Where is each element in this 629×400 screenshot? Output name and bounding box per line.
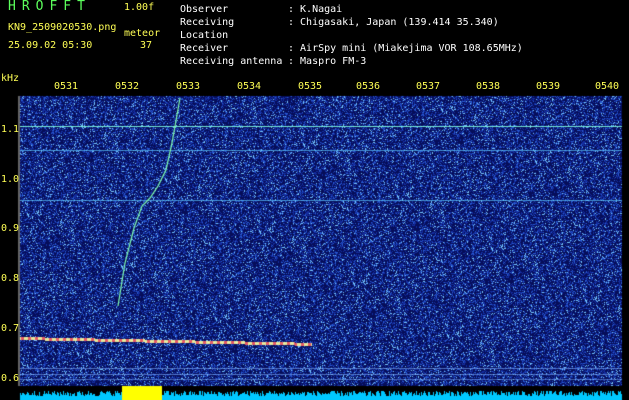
time-tick: 0531 <box>54 81 79 92</box>
app-title: HROFFT <box>8 0 91 14</box>
time-tick: 0536 <box>356 81 381 92</box>
info-label: Observer <box>180 4 229 15</box>
time-tick: 0538 <box>476 81 501 92</box>
mode-label: meteor <box>124 28 161 39</box>
time-tick: 0534 <box>237 81 262 92</box>
info-row-antenna: Receiving antenna : Maspro FM-3 <box>180 55 523 68</box>
time-tick: 0537 <box>416 81 441 92</box>
info-label: Receiver <box>180 43 229 54</box>
time-tick: 0535 <box>298 81 323 92</box>
freq-tick: 0.8 <box>1 273 20 284</box>
info-label: Receiving Location <box>180 17 235 41</box>
time-tick: 0533 <box>176 81 201 92</box>
freq-tick: 1.0 <box>1 174 20 185</box>
datetime-label: 25.09.02 05:30 <box>8 40 93 51</box>
info-label: Receiving antenna <box>180 56 283 67</box>
freq-tick: 0.7 <box>1 323 20 334</box>
freq-unit-label: kHz <box>1 73 20 84</box>
freq-tick: 0.6 <box>1 373 20 384</box>
count-label: 37 <box>140 40 153 51</box>
time-tick: 0539 <box>536 81 561 92</box>
info-value: : Maspro FM-3 <box>288 56 367 67</box>
info-value: : Chigasaki, Japan (139.414 35.340) <box>288 17 499 28</box>
spectrogram-canvas <box>0 78 629 400</box>
freq-tick: 0.9 <box>1 223 20 234</box>
time-tick: 0540 <box>595 81 620 92</box>
filename-label: KN9_2509020530.png <box>8 22 117 33</box>
station-info: Observer : K.Nagai Receiving Location : … <box>180 3 523 68</box>
info-row-location: Receiving Location : Chigasaki, Japan (1… <box>180 16 523 42</box>
info-value: : K.Nagai <box>288 4 343 15</box>
info-row-receiver: Receiver : AirSpy mini (Miakejima VOR 10… <box>180 42 523 55</box>
info-row-observer: Observer : K.Nagai <box>180 3 523 16</box>
info-value: : AirSpy mini (Miakejima VOR 108.65MHz) <box>288 43 523 54</box>
time-tick: 0532 <box>115 81 140 92</box>
freq-tick: 1.1 <box>1 124 20 135</box>
version-label: 1.00f <box>124 2 155 13</box>
